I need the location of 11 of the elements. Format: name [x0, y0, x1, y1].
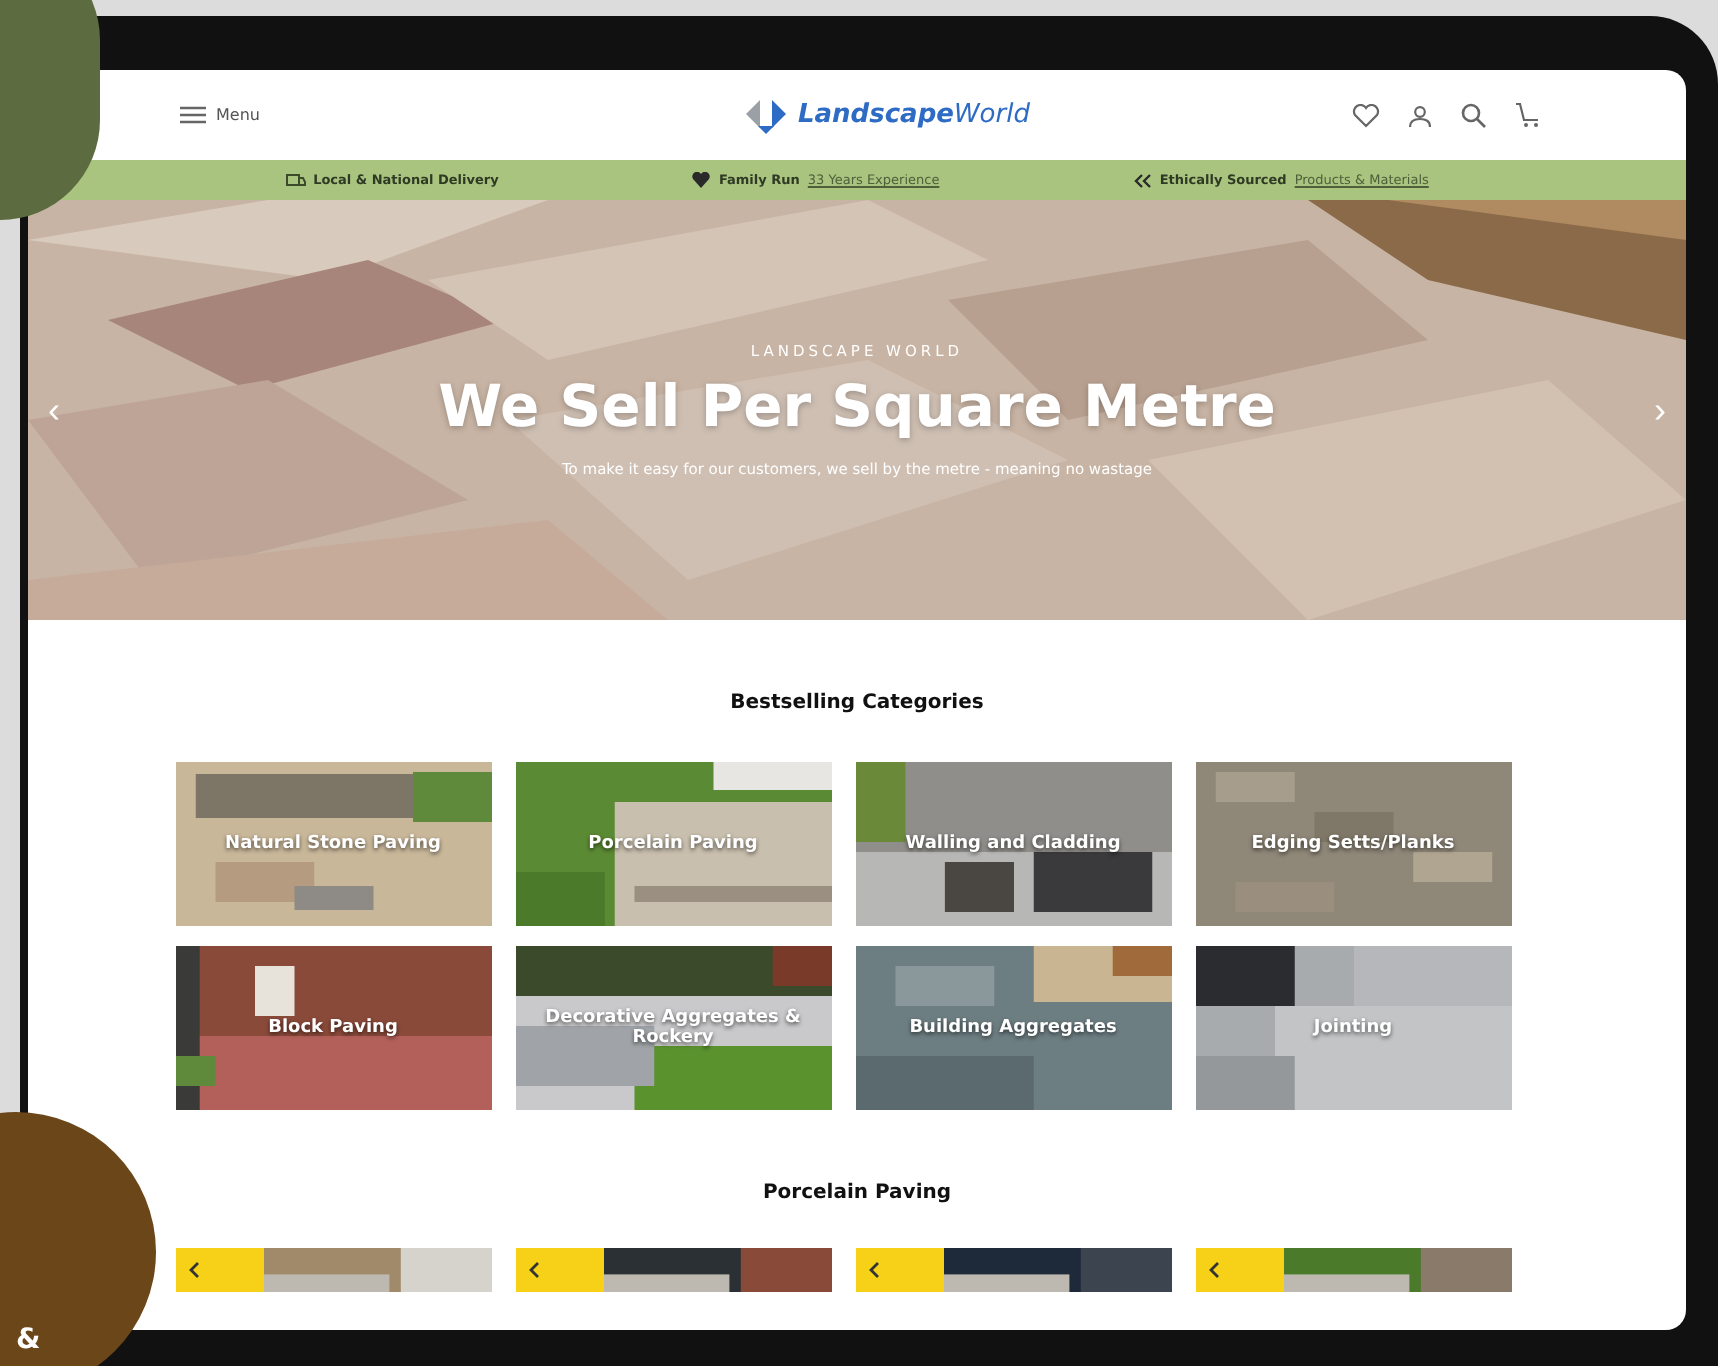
ampersand-text: &: [16, 1324, 41, 1356]
section-heading: Porcelain Paving: [760, 1182, 954, 1204]
category-tile[interactable]: Walling and Cladding: [855, 762, 1171, 926]
section-heading: Bestselling Categories: [728, 692, 986, 714]
next-slide-button[interactable]: ›: [1645, 389, 1674, 431]
hero-title: We Sell Per Square Metre: [438, 372, 1276, 440]
previous-slide-button[interactable]: ‹: [40, 389, 68, 431]
category-tile[interactable]: Edging Setts/Planks: [1195, 762, 1511, 926]
menu-button[interactable]: Menu: [180, 106, 260, 124]
category-tile[interactable]: Block Paving: [175, 946, 491, 1110]
logo-text[interactable]: LandscapeWorld: [797, 100, 1030, 130]
